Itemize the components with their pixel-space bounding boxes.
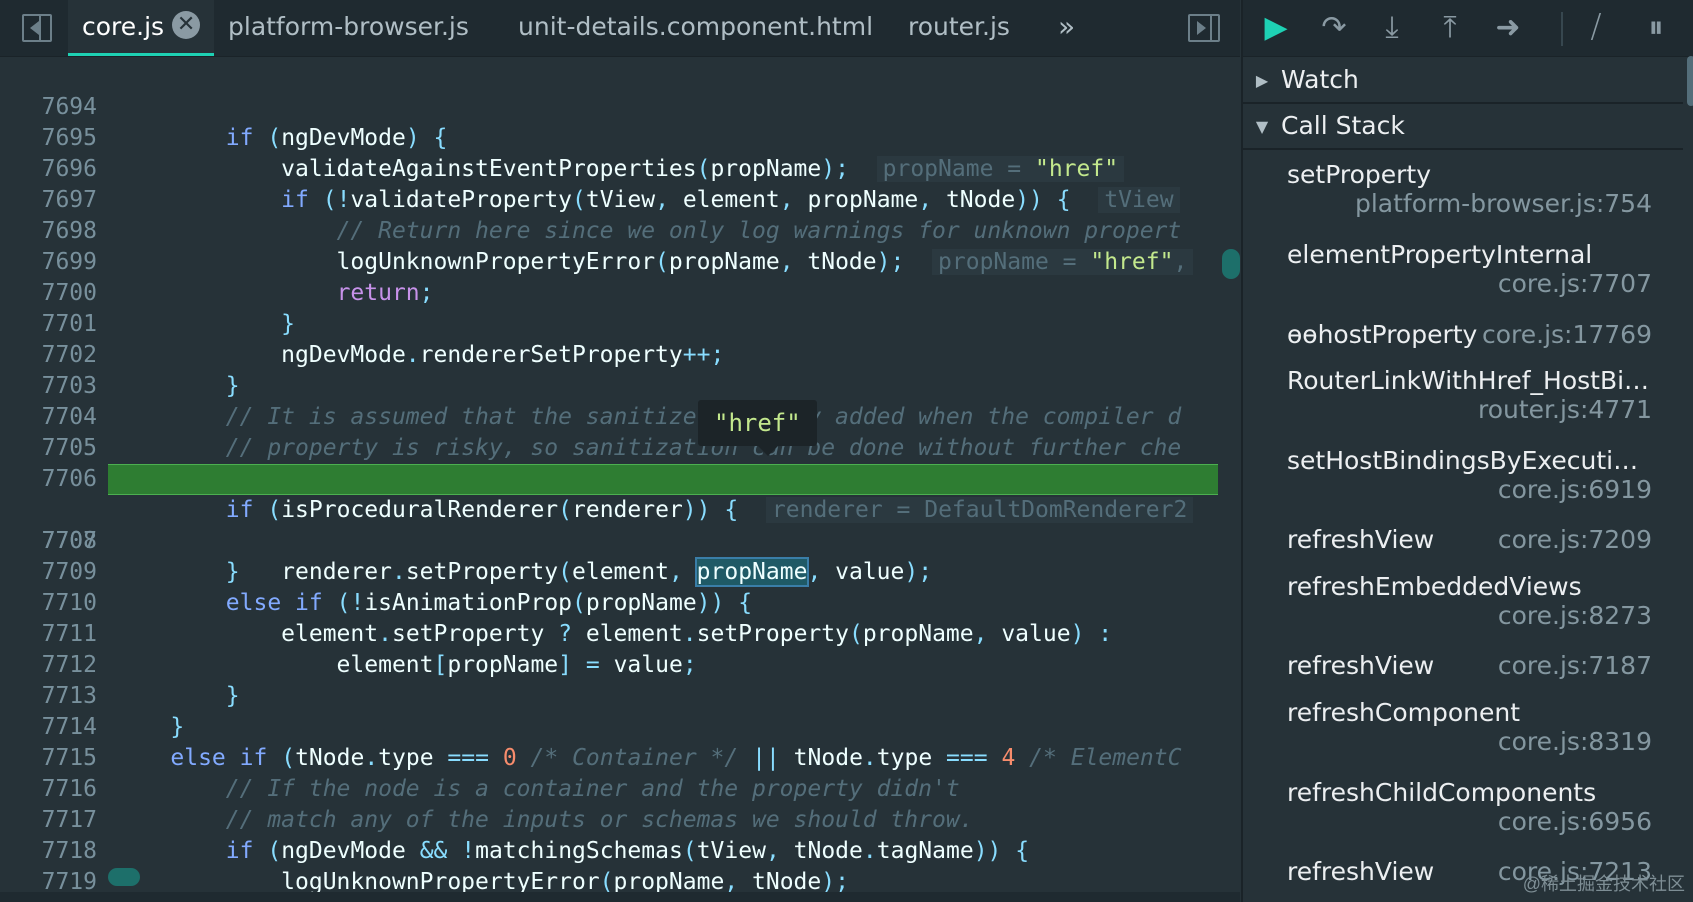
code-line: 7718 logUnknownPropertyError(propName, t… [0, 805, 1218, 892]
call-stack-frame[interactable]: refreshView core.js:7209 [1287, 525, 1652, 560]
code-line: 7711 element[propName] = value; [0, 588, 1218, 678]
frame-location: core.js:8273 [1497, 601, 1652, 630]
more-tabs-icon[interactable]: » [1058, 0, 1075, 56]
tab-platform-browser-js[interactable]: platform-browser.js [228, 0, 469, 56]
code-line: 7699 return; [0, 216, 1218, 306]
frame-function: setHostBindingsByExecutingEx… [1287, 446, 1652, 475]
pause-on-exceptions-icon[interactable]: ⏸ [1635, 8, 1677, 48]
debugger-scrollbar[interactable] [1687, 56, 1693, 106]
code-line: 7713 } [0, 650, 1218, 740]
frame-function: refreshComponent [1287, 698, 1521, 727]
step-over-icon[interactable]: ↷ [1313, 8, 1355, 48]
tab-label: unit-details.component.html [518, 12, 874, 41]
frame-location: core.js:17769 [1481, 320, 1652, 349]
code-line: 7710 element.setProperty ? element.setPr… [0, 557, 1218, 647]
step-out-icon[interactable]: ⤒ [1429, 8, 1471, 48]
code-line: 7715 // If the node is a container and t… [0, 712, 1218, 802]
step-icon[interactable]: ➜ [1487, 8, 1529, 48]
close-tab-icon[interactable]: ✕ [172, 11, 201, 39]
editor-tab-bar: core.js ✕ platform-browser.js unit-detail… [0, 0, 1240, 57]
code-line: 7719 } [0, 836, 1218, 892]
code-line: 7701 ngDevMode.rendererSetProperty++; [0, 278, 1218, 368]
call-stack-section-header[interactable]: ▼ Call Stack [1243, 104, 1683, 150]
watch-section-header[interactable]: ▶ Watch [1243, 58, 1683, 104]
code-line: 7696 if (!validateProperty(tView, elemen… [0, 123, 1218, 213]
expand-arrow-icon: ▶ [1255, 71, 1269, 90]
code-line: 7716 // match any of the inputs or schem… [0, 743, 1218, 833]
code-line: 7720 [0, 867, 1218, 892]
frame-location: platform-browser.js:754 [1354, 189, 1652, 218]
call-stack-frame[interactable]: elementPropertyInternal core.js:7707 [1287, 240, 1652, 298]
tab-router-js[interactable]: router.js [908, 0, 1010, 56]
frame-location: core.js:8319 [1497, 727, 1652, 756]
hover-value-tooltip: "href" [698, 400, 817, 456]
tab-unit-details-component-html[interactable]: unit-details.component.html [518, 0, 873, 56]
frame-function: refreshEmbeddedViews [1287, 572, 1582, 601]
watermark: @稀土掘金技术社区 [1522, 874, 1685, 894]
frame-function: refreshChildComponents [1287, 778, 1597, 807]
toggle-navigator-icon[interactable] [22, 14, 52, 42]
code-line: 7695 validateAgainstEventProperties(prop… [0, 92, 1218, 182]
collapse-arrow-icon: ▼ [1255, 117, 1269, 136]
debugger-toolbar: ▶ ↷ ⤓ ⤒ ➜ ⧸ ⏸ [1243, 0, 1693, 57]
frame-location: core.js:7707 [1497, 269, 1652, 298]
resume-icon[interactable]: ▶ [1255, 8, 1297, 48]
tab-label: router.js [908, 12, 1010, 41]
frame-function: RouterLinkWithHref_HostBindin… [1287, 366, 1652, 395]
editor-scroll-marker-bottom[interactable] [108, 868, 140, 886]
frame-location: core.js:6956 [1497, 807, 1652, 836]
tab-core-js[interactable]: core.js ✕ [68, 0, 215, 56]
code-line: 7712 } [0, 619, 1218, 709]
call-stack-frame[interactable]: setProperty platform-browser.js:754 [1287, 160, 1652, 218]
code-line: 7694 if (ngDevMode) { [0, 61, 1218, 151]
call-stack-frame[interactable]: refreshChildComponents core.js:6956 [1287, 778, 1652, 836]
call-stack-frame[interactable]: refreshEmbeddedViews core.js:8273 [1287, 572, 1652, 630]
call-stack-frame[interactable]: ɵɵhostProperty core.js:17769 [1287, 320, 1652, 355]
code-line: 7705 value = sanitizer != null ? sanit l… [0, 402, 1218, 492]
call-stack-frame[interactable]: refreshView core.js:7187 [1287, 651, 1652, 686]
debugger-panel: ▶ ↷ ⤓ ⤒ ➜ ⧸ ⏸ ▶ Watch ▼ Call Stack setProp… [1241, 0, 1693, 902]
call-stack-frame[interactable]: refreshComponent core.js:8319 [1287, 698, 1652, 756]
tab-label: core.js [82, 12, 165, 41]
code-line: 7717 if (ngDevMode && !matchingSchemas(t… [0, 774, 1218, 864]
frame-function: ɵɵhostProperty [1287, 320, 1478, 349]
code-line: 7703 // It is assumed that the sanitizer… [0, 340, 1218, 430]
code-line: 7704 // property is risky, so sanitizati… [0, 371, 1218, 461]
frame-function: refreshView [1287, 857, 1435, 886]
call-stack-label: Call Stack [1281, 111, 1405, 140]
horizontal-scrollbar[interactable] [0, 892, 1240, 902]
toggle-debugger-icon[interactable] [1188, 14, 1220, 42]
code-line: 7709 else if (!isAnimationProp(propName)… [0, 526, 1218, 616]
call-stack-frame[interactable]: setHostBindingsByExecutingEx… core.js:69… [1287, 446, 1652, 504]
code-line: 7706 if (isProceduralRenderer(renderer))… [0, 433, 1218, 523]
step-into-icon[interactable]: ⤓ [1371, 8, 1413, 48]
code-line: 7708 } [0, 495, 1218, 585]
frame-location: core.js:7187 [1497, 651, 1652, 680]
frame-function: setProperty [1287, 160, 1431, 189]
code-line: 7714 else if (tNode.type === 0 /* Contai… [0, 681, 1218, 771]
frame-location: core.js:6919 [1497, 475, 1652, 504]
code-line: 7697 // Return here since we only log wa… [0, 154, 1218, 244]
call-stack-frame[interactable]: RouterLinkWithHref_HostBindin… router.js… [1287, 366, 1652, 424]
frame-function: refreshView [1287, 651, 1435, 680]
frame-location: core.js:7209 [1497, 525, 1652, 554]
tab-label: platform-browser.js [228, 12, 469, 41]
frame-location: router.js:4771 [1478, 395, 1652, 424]
frame-function: elementPropertyInternal [1287, 240, 1593, 269]
code-line: 7698 logUnknownPropertyError(propName, t… [0, 185, 1218, 275]
current-execution-line: 7707 renderer.setProperty(element, propN… [0, 464, 1218, 587]
code-editor[interactable]: 7694 if (ngDevMode) { 7695 validateAgain… [0, 57, 1240, 892]
execution-highlight [108, 464, 1218, 495]
frame-function: refreshView [1287, 525, 1435, 554]
deactivate-breakpoints-icon[interactable]: ⧸ [1575, 8, 1617, 48]
code-line: 7702 } [0, 309, 1218, 399]
toolbar-divider [1561, 12, 1563, 46]
editor-scroll-marker[interactable] [1222, 249, 1240, 279]
code-line: 7700 } [0, 247, 1218, 337]
watch-label: Watch [1281, 65, 1359, 94]
